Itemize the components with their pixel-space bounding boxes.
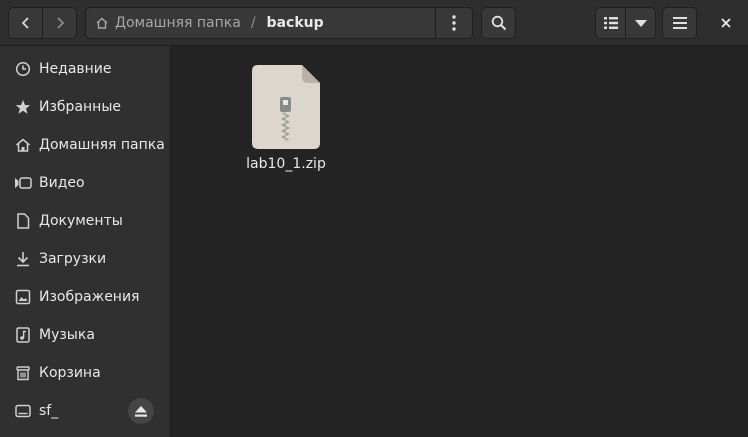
list-view-button[interactable] bbox=[595, 7, 627, 39]
chevron-left-icon bbox=[21, 17, 29, 29]
search-icon bbox=[491, 15, 506, 31]
file-name: lab10_1.zip bbox=[246, 156, 326, 172]
sidebar-item-label: sf_ bbox=[39, 403, 59, 419]
sidebar-item-label: Избранные bbox=[39, 99, 121, 115]
sidebar-item-label: Музыка bbox=[39, 327, 95, 343]
search-button[interactable] bbox=[481, 7, 516, 39]
breadcrumb-home-label: Домашняя папка bbox=[115, 15, 241, 31]
sidebar-item-videos[interactable]: Видео bbox=[0, 164, 170, 202]
path-menu-button[interactable] bbox=[435, 8, 472, 38]
download-icon bbox=[14, 250, 32, 268]
back-button[interactable] bbox=[8, 7, 43, 39]
file-manager-window: Домашняя папка / backup Недавние Избранн… bbox=[0, 0, 748, 437]
breadcrumb-current[interactable]: backup bbox=[267, 15, 324, 31]
path-bar: Домашняя папка / backup bbox=[85, 7, 473, 39]
sidebar-item-music[interactable]: Музыка bbox=[0, 316, 170, 354]
sidebar-item-label: Изображения bbox=[39, 289, 140, 305]
sidebar-item-trash[interactable]: Корзина bbox=[0, 354, 170, 392]
sidebar-item-label: Домашняя папка bbox=[39, 137, 165, 153]
sidebar: Недавние Избранные Домашняя папка Видео bbox=[0, 46, 171, 437]
sidebar-item-downloads[interactable]: Загрузки bbox=[0, 240, 170, 278]
sidebar-item-label: Видео bbox=[39, 175, 85, 191]
sidebar-item-label: Корзина bbox=[39, 365, 101, 381]
hamburger-icon bbox=[672, 17, 687, 29]
trash-icon bbox=[14, 364, 32, 382]
sidebar-item-documents[interactable]: Документы bbox=[0, 202, 170, 240]
triangle-down-icon bbox=[634, 19, 647, 27]
breadcrumb-separator: / bbox=[250, 15, 256, 31]
star-icon bbox=[14, 98, 32, 116]
drive-icon bbox=[14, 402, 32, 420]
sidebar-item-recent[interactable]: Недавние bbox=[0, 50, 170, 88]
breadcrumb-home[interactable]: Домашняя папка bbox=[86, 8, 241, 38]
sidebar-item-label: Загрузки bbox=[39, 251, 107, 267]
sidebar-item-label: Недавние bbox=[39, 61, 112, 77]
file-item[interactable]: lab10_1.zip bbox=[246, 63, 326, 183]
eject-button[interactable] bbox=[128, 398, 154, 424]
sidebar-item-label: Документы bbox=[39, 213, 123, 229]
sidebar-item-pictures[interactable]: Изображения bbox=[0, 278, 170, 316]
home-icon bbox=[96, 17, 108, 29]
close-icon bbox=[721, 18, 731, 28]
header-bar: Домашняя папка / backup bbox=[0, 0, 748, 46]
close-window-button[interactable] bbox=[713, 10, 739, 36]
chevron-right-icon bbox=[56, 17, 64, 29]
file-view: lab10_1.zip bbox=[171, 46, 748, 437]
sidebar-item-starred[interactable]: Избранные bbox=[0, 88, 170, 126]
image-icon bbox=[14, 288, 32, 306]
navigation-buttons bbox=[8, 7, 78, 39]
sidebar-item-home[interactable]: Домашняя папка bbox=[0, 126, 170, 164]
music-icon bbox=[14, 326, 32, 344]
list-view-icon bbox=[603, 17, 618, 29]
main-menu-button[interactable] bbox=[662, 7, 697, 39]
document-icon bbox=[14, 212, 32, 230]
view-options bbox=[595, 7, 657, 39]
view-dropdown-button[interactable] bbox=[625, 7, 656, 39]
forward-button[interactable] bbox=[42, 7, 77, 39]
vertical-dots-icon bbox=[452, 15, 456, 31]
video-icon bbox=[14, 174, 32, 192]
home-icon bbox=[14, 136, 32, 154]
zip-archive-icon bbox=[252, 65, 320, 149]
clock-icon bbox=[14, 60, 32, 78]
eject-icon bbox=[135, 405, 147, 417]
